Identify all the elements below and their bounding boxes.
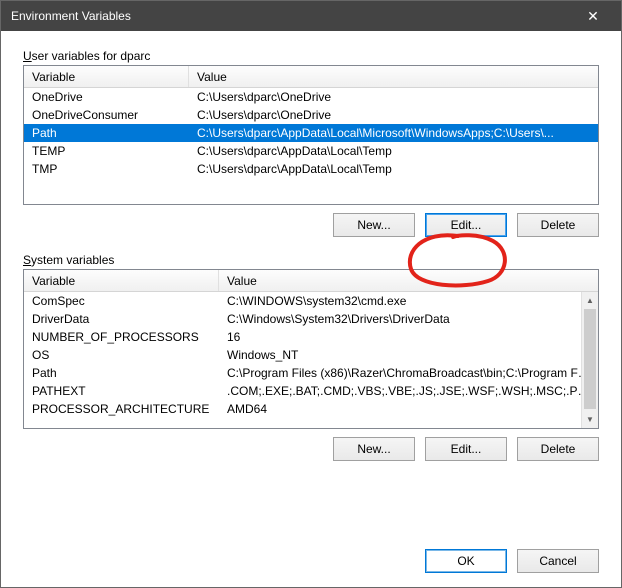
col-value[interactable]: Value <box>219 270 598 291</box>
titlebar[interactable]: Environment Variables ✕ <box>1 1 621 31</box>
table-row[interactable]: PATHEXT .COM;.EXE;.BAT;.CMD;.VBS;.VBE;.J… <box>24 382 598 400</box>
table-row[interactable]: TEMP C:\Users\dparc\AppData\Local\Temp <box>24 142 598 160</box>
scroll-up-icon[interactable]: ▲ <box>582 292 598 309</box>
system-vars-label: System variables <box>23 253 599 267</box>
table-row[interactable]: OneDrive C:\Users\dparc\OneDrive <box>24 88 598 106</box>
env-vars-dialog: Environment Variables ✕ User variables f… <box>0 0 622 588</box>
col-variable[interactable]: Variable <box>24 66 189 87</box>
list-header[interactable]: Variable Value <box>24 270 598 292</box>
col-variable[interactable]: Variable <box>24 270 219 291</box>
table-row-selected[interactable]: Path C:\Users\dparc\AppData\Local\Micros… <box>24 124 598 142</box>
list-header[interactable]: Variable Value <box>24 66 598 88</box>
scroll-track[interactable] <box>582 309 598 411</box>
system-edit-button[interactable]: Edit... <box>425 437 507 461</box>
user-vars-list[interactable]: Variable Value OneDrive C:\Users\dparc\O… <box>23 65 599 205</box>
table-row[interactable]: PROCESSOR_ARCHITECTURE AMD64 <box>24 400 598 418</box>
scroll-thumb[interactable] <box>584 309 596 409</box>
dialog-content: User variables for dparc Variable Value … <box>1 31 621 539</box>
system-new-button[interactable]: New... <box>333 437 415 461</box>
user-new-button[interactable]: New... <box>333 213 415 237</box>
system-buttons: New... Edit... Delete <box>23 437 599 461</box>
table-row[interactable]: OneDriveConsumer C:\Users\dparc\OneDrive <box>24 106 598 124</box>
user-vars-label: User variables for dparc <box>23 49 599 63</box>
table-row[interactable]: ComSpec C:\WINDOWS\system32\cmd.exe <box>24 292 598 310</box>
table-row[interactable]: DriverData C:\Windows\System32\Drivers\D… <box>24 310 598 328</box>
user-edit-button[interactable]: Edit... <box>425 213 507 237</box>
titlebar-title: Environment Variables <box>11 9 573 23</box>
ok-button[interactable]: OK <box>425 549 507 573</box>
scrollbar[interactable]: ▲ ▼ <box>581 292 598 428</box>
system-delete-button[interactable]: Delete <box>517 437 599 461</box>
user-delete-button[interactable]: Delete <box>517 213 599 237</box>
user-buttons: New... Edit... Delete <box>23 213 599 237</box>
dialog-buttons: OK Cancel <box>1 539 621 587</box>
close-icon[interactable]: ✕ <box>573 1 613 31</box>
table-row[interactable]: TMP C:\Users\dparc\AppData\Local\Temp <box>24 160 598 178</box>
col-value[interactable]: Value <box>189 66 598 87</box>
cancel-button[interactable]: Cancel <box>517 549 599 573</box>
table-row[interactable]: Path C:\Program Files (x86)\Razer\Chroma… <box>24 364 598 382</box>
system-vars-list[interactable]: Variable Value ComSpec C:\WINDOWS\system… <box>23 269 599 429</box>
scroll-down-icon[interactable]: ▼ <box>582 411 598 428</box>
table-row[interactable]: OS Windows_NT <box>24 346 598 364</box>
table-row[interactable]: NUMBER_OF_PROCESSORS 16 <box>24 328 598 346</box>
